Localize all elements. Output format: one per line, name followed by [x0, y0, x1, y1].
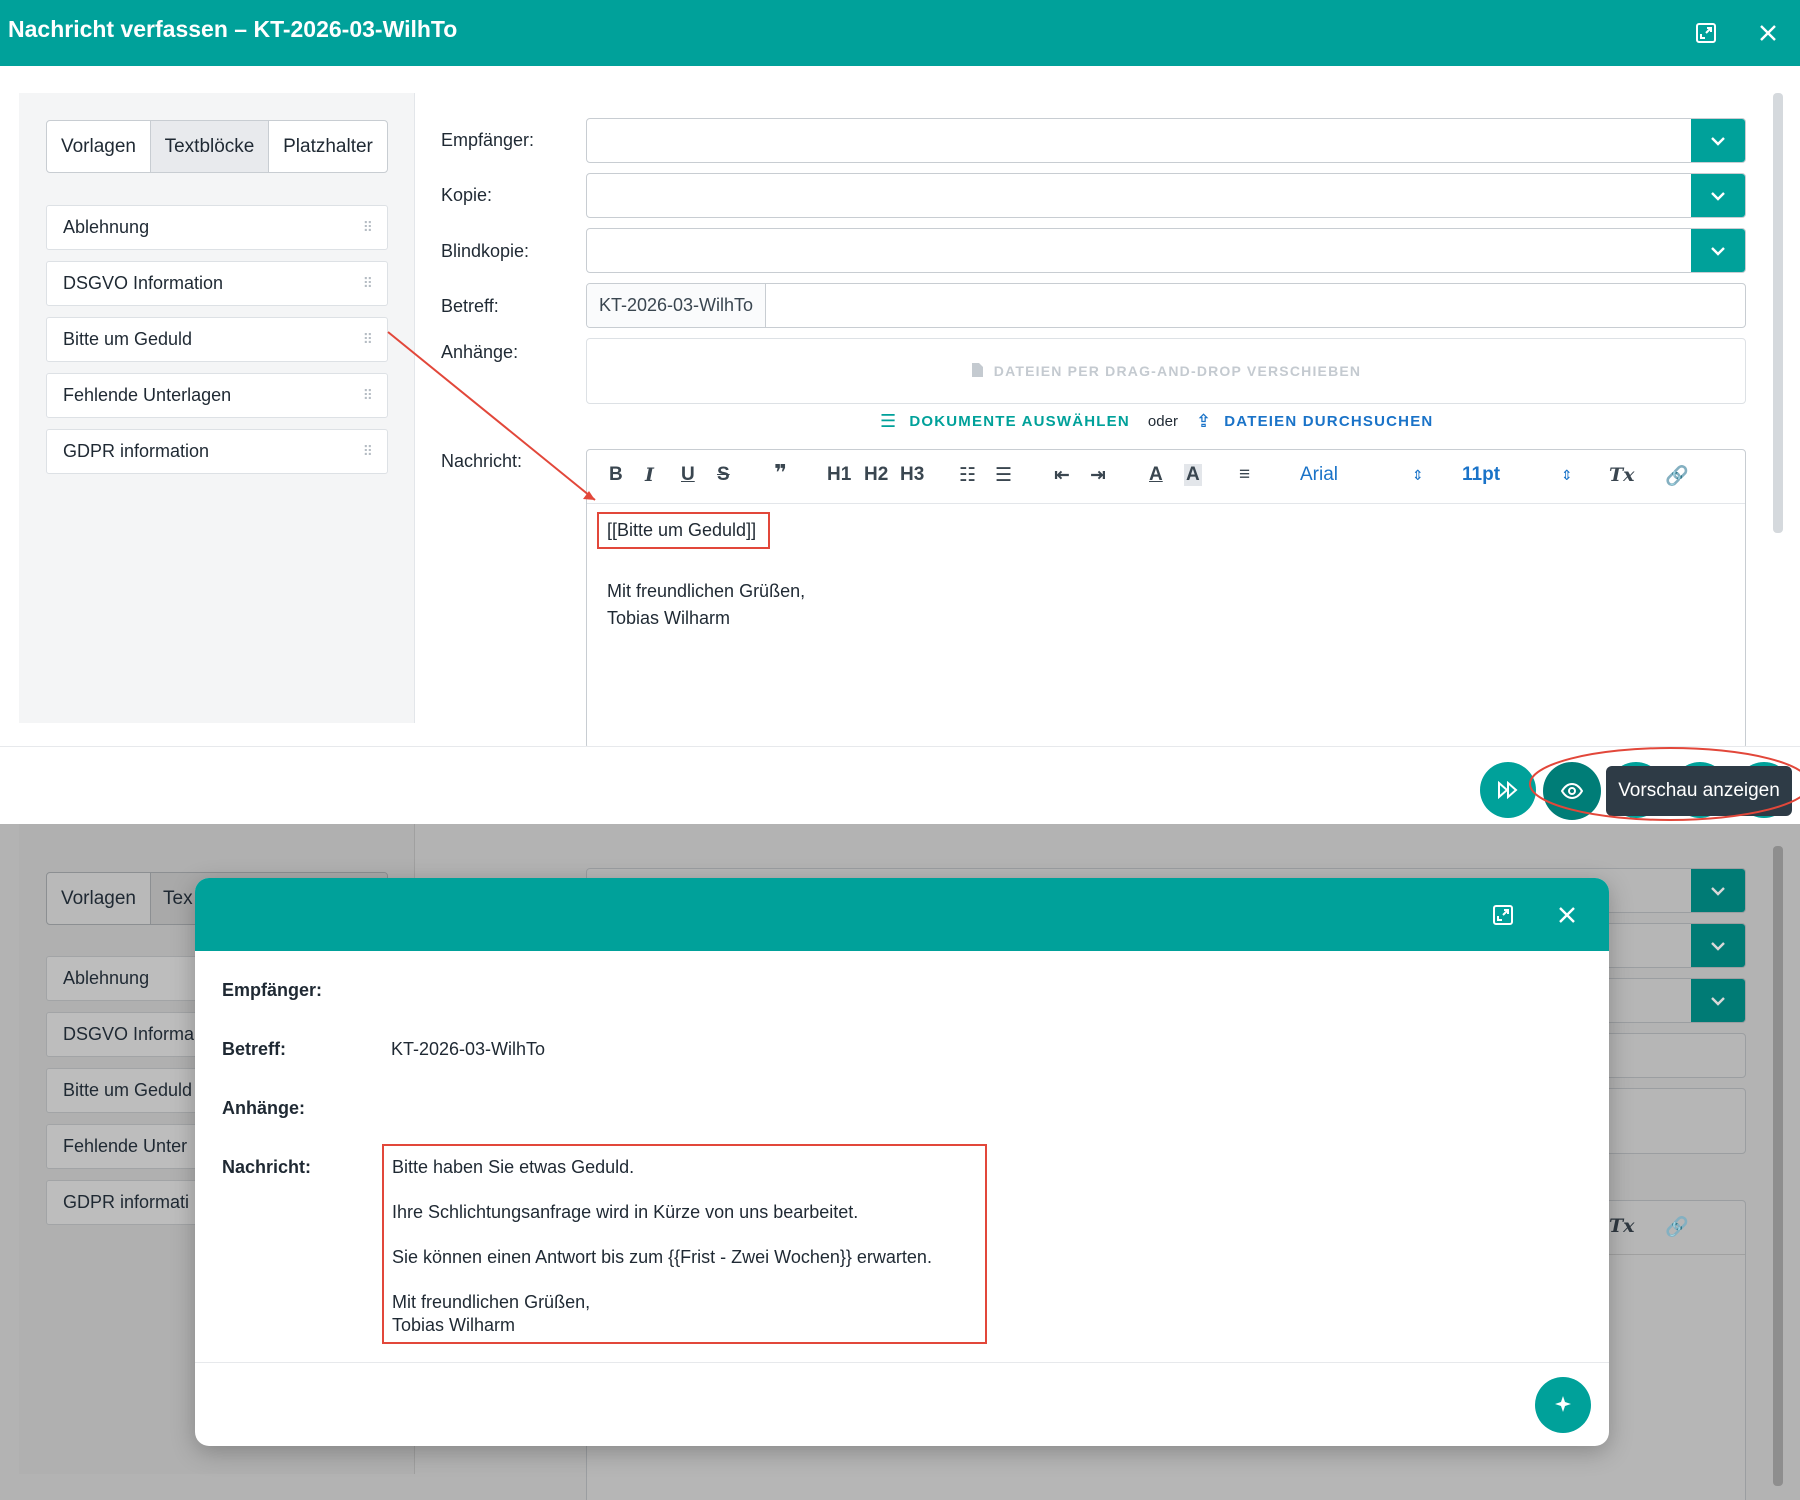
list-item-label: DSGVO Information: [63, 273, 224, 293]
recipient-label: Empfänger:: [441, 130, 535, 150]
ordered-list-icon[interactable]: ☷: [959, 464, 976, 487]
preview-message-body: Bitte haben Sie etwas Geduld. Ihre Schli…: [382, 1144, 987, 1344]
recipient-select[interactable]: [586, 118, 1746, 163]
chevron-down-icon[interactable]: [1691, 869, 1745, 912]
preview-subject-value: KT-2026-03-WilhTo: [391, 1039, 546, 1059]
modal-header: [195, 878, 1609, 951]
tab-vorlagen[interactable]: Vorlagen: [47, 873, 151, 924]
link-icon[interactable]: 🔗: [1665, 1215, 1689, 1239]
placeholder-block[interactable]: [[Bitte um Geduld]]: [597, 512, 771, 549]
file-icon: [971, 362, 984, 381]
list-item-gdpr[interactable]: GDPR information ⠿: [46, 429, 388, 474]
dropzone-text: DATEIEN PER DRAG-AND-DROP VERSCHIEBEN: [993, 363, 1362, 379]
expand-icon[interactable]: [1492, 904, 1514, 931]
annotation-ellipse: [1529, 747, 1800, 821]
h1-button[interactable]: H1: [827, 464, 851, 486]
preview-recipient-label: Empfänger:: [222, 980, 323, 1000]
font-family-arrows-icon[interactable]: ⇕: [1412, 467, 1424, 484]
scrollbar[interactable]: [1773, 93, 1783, 533]
align-left-icon[interactable]: ≡: [1239, 464, 1250, 486]
h2-button[interactable]: H2: [864, 464, 888, 486]
underline-button[interactable]: U: [681, 464, 695, 486]
modal-divider: [195, 1362, 1609, 1363]
list-item-ablehnung[interactable]: Ablehnung ⠿: [46, 205, 388, 250]
bcc-select[interactable]: [586, 228, 1746, 273]
list-item-dsgvo[interactable]: DSGVO Information ⠿: [46, 261, 388, 306]
title-bar: Nachricht verfassen – KT-2026-03-WilhTo: [0, 0, 1800, 66]
font-color-icon[interactable]: A: [1149, 464, 1163, 486]
list-item-label: Ablehnung: [63, 217, 150, 237]
attachment-dropzone[interactable]: DATEIEN PER DRAG-AND-DROP VERSCHIEBEN: [586, 338, 1746, 404]
annotation-arrow: [387, 331, 596, 501]
list-item-geduld[interactable]: Bitte um Geduld ⠿: [46, 317, 388, 362]
h3-button[interactable]: H3: [900, 464, 924, 486]
tab-vorlagen[interactable]: Vorlagen: [47, 121, 151, 172]
chevron-down-icon[interactable]: [1691, 924, 1745, 967]
chevron-down-icon[interactable]: [1691, 979, 1745, 1022]
message-line: Tobias Wilharm: [392, 1315, 516, 1335]
drag-handle-icon[interactable]: ⠿: [363, 443, 373, 460]
message-line: Mit freundlichen Grüßen,: [392, 1292, 591, 1312]
quote-icon[interactable]: ❞: [774, 460, 787, 486]
editor-toolbar: B I U S ❞ H1 H2 H3 ☷ ☰ ⇤ ⇥ A A ≡ Arial ⇕…: [587, 450, 1745, 504]
list-item-label: Bitte um Geduld: [63, 329, 193, 349]
cc-select[interactable]: [586, 173, 1746, 218]
chevron-down-icon[interactable]: [1691, 174, 1745, 217]
sidebar-tabs: Vorlagen Textblöcke Platzhalter: [46, 120, 388, 173]
font-size-arrows-icon[interactable]: ⇕: [1561, 467, 1573, 484]
list-item-label: GDPR information: [63, 441, 210, 461]
close-icon[interactable]: [1748, 13, 1788, 53]
drag-handle-icon[interactable]: ⠿: [363, 275, 373, 292]
or-text: oder: [1147, 413, 1178, 430]
drag-handle-icon[interactable]: ⠿: [363, 331, 373, 348]
preview-attachments-label: Anhänge:: [222, 1098, 305, 1118]
font-size-select[interactable]: 11pt: [1462, 464, 1500, 486]
list-item-unterlagen[interactable]: Fehlende Unterlagen ⠿: [46, 373, 388, 418]
bcc-label: Blindkopie:: [441, 241, 530, 261]
clear-format-button[interactable]: Tx: [1609, 1215, 1634, 1237]
drag-handle-icon[interactable]: ⠿: [363, 219, 373, 236]
signature-line: Tobias Wilharm: [607, 608, 731, 628]
tab-textbloecke[interactable]: Textblöcke: [151, 121, 269, 172]
preview-modal: Empfänger: Betreff: KT-2026-03-WilhTo An…: [195, 878, 1609, 1446]
message-line: Bitte haben Sie etwas Geduld.: [392, 1157, 635, 1177]
attachment-links: ☰ DOKUMENTE AUSWÄHLEN oder ⇪ DATEIEN DUR…: [880, 411, 1433, 432]
font-family-select[interactable]: Arial: [1300, 464, 1338, 486]
window-title: Nachricht verfassen – KT-2026-03-WilhTo: [8, 16, 458, 42]
browse-files-link[interactable]: DATEIEN DURCHSUCHEN: [1224, 413, 1433, 430]
closing-line: Mit freundlichen Grüßen,: [607, 581, 806, 601]
highlight-color-icon[interactable]: A: [1184, 464, 1202, 486]
message-line: Sie können einen Antwort bis zum {{Frist…: [392, 1247, 932, 1267]
preview-subject-label: Betreff:: [222, 1039, 287, 1059]
strike-button[interactable]: S: [717, 464, 730, 486]
indent-icon[interactable]: ⇥: [1090, 464, 1106, 487]
expand-icon[interactable]: [1686, 13, 1726, 53]
scrollbar[interactable]: [1773, 846, 1783, 1486]
bullet-list-icon[interactable]: ☰: [995, 464, 1012, 487]
outdent-icon[interactable]: ⇤: [1054, 464, 1070, 487]
message-line: Ihre Schlichtungsanfrage wird in Kürze v…: [392, 1202, 859, 1222]
ai-sparkle-button[interactable]: [1535, 1377, 1591, 1433]
subject-label: Betreff:: [441, 296, 499, 316]
italic-button[interactable]: I: [645, 464, 654, 486]
message-editor[interactable]: B I U S ❞ H1 H2 H3 ☷ ☰ ⇤ ⇥ A A ≡ Arial ⇕…: [586, 449, 1746, 749]
cc-label: Kopie:: [441, 185, 493, 205]
chevron-down-icon[interactable]: [1691, 119, 1745, 162]
preview-message-label: Nachricht:: [222, 1157, 312, 1177]
list-icon: ☰: [880, 411, 898, 431]
list-item-label: Fehlende Unterlagen: [63, 385, 232, 405]
subject-field[interactable]: KT-2026-03-WilhTo: [586, 283, 1746, 328]
upload-icon: ⇪: [1195, 411, 1213, 431]
drag-handle-icon[interactable]: ⠿: [363, 387, 373, 404]
select-documents-link[interactable]: DOKUMENTE AUSWÄHLEN: [909, 413, 1130, 430]
tab-platzhalter[interactable]: Platzhalter: [269, 121, 387, 172]
chevron-down-icon[interactable]: [1691, 229, 1745, 272]
link-icon[interactable]: 🔗: [1665, 464, 1689, 488]
editor-text[interactable]: Mit freundlichen Grüßen, Tobias Wilharm: [607, 578, 805, 632]
close-icon[interactable]: [1557, 905, 1577, 930]
clear-format-button[interactable]: Tx: [1609, 464, 1634, 486]
